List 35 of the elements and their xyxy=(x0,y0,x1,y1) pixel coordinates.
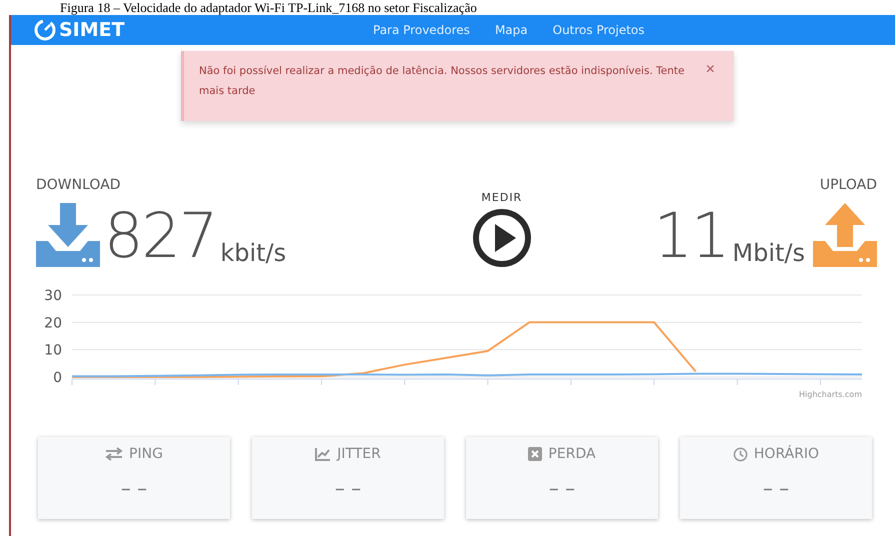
clock-icon xyxy=(732,446,748,462)
download-unit: kbit/s xyxy=(220,239,286,267)
stat-value: – – xyxy=(120,476,148,500)
play-button[interactable] xyxy=(472,208,532,268)
x-square-icon xyxy=(528,447,542,461)
chart-credit[interactable]: Highcharts.com xyxy=(799,390,862,399)
download-value: 827 xyxy=(104,205,216,267)
upload-label: UPLOAD xyxy=(818,177,877,193)
close-button[interactable]: × xyxy=(702,61,719,79)
line-chart-icon xyxy=(315,447,332,461)
figure-caption: Figura 18 – Velocidade do adaptador Wi-Fi TP-Link_7168 no setor Fiscalização xyxy=(59,0,478,15)
stat-value: – – xyxy=(548,476,576,500)
measure-label: MEDIR xyxy=(480,191,524,204)
nav-link[interactable]: Para Provedores xyxy=(373,23,470,37)
stat-label: PERDA xyxy=(548,446,596,462)
download-label: DOWNLOAD xyxy=(36,177,122,193)
upload-unit: Mbit/s xyxy=(732,239,805,267)
y-tick-label: 0 xyxy=(53,370,62,386)
stat-value: – – xyxy=(762,476,790,500)
nav-link[interactable]: Mapa xyxy=(494,23,528,37)
stat-label: HORÁRIO xyxy=(754,446,820,462)
nav-link[interactable]: Outros Projetos xyxy=(552,23,645,37)
y-tick-label: 10 xyxy=(44,342,62,359)
y-tick-label: 30 xyxy=(44,288,62,304)
stat-value: – – xyxy=(334,476,362,500)
gauge-icon xyxy=(33,18,57,42)
stat-label: PING xyxy=(129,446,163,462)
upload-value: 11 xyxy=(653,205,728,267)
stat-label: JITTER xyxy=(337,446,381,462)
logo-text[interactable]: SIMET xyxy=(59,19,125,41)
swap-arrows-icon xyxy=(105,447,124,461)
download-icon xyxy=(36,203,100,267)
alert-message: Não foi possível realizar a medição de latência. Nossos servidores estão indisponíveis. Tente mais tarde xyxy=(199,64,686,99)
y-tick-label: 20 xyxy=(44,315,62,332)
upload-icon xyxy=(812,203,877,267)
